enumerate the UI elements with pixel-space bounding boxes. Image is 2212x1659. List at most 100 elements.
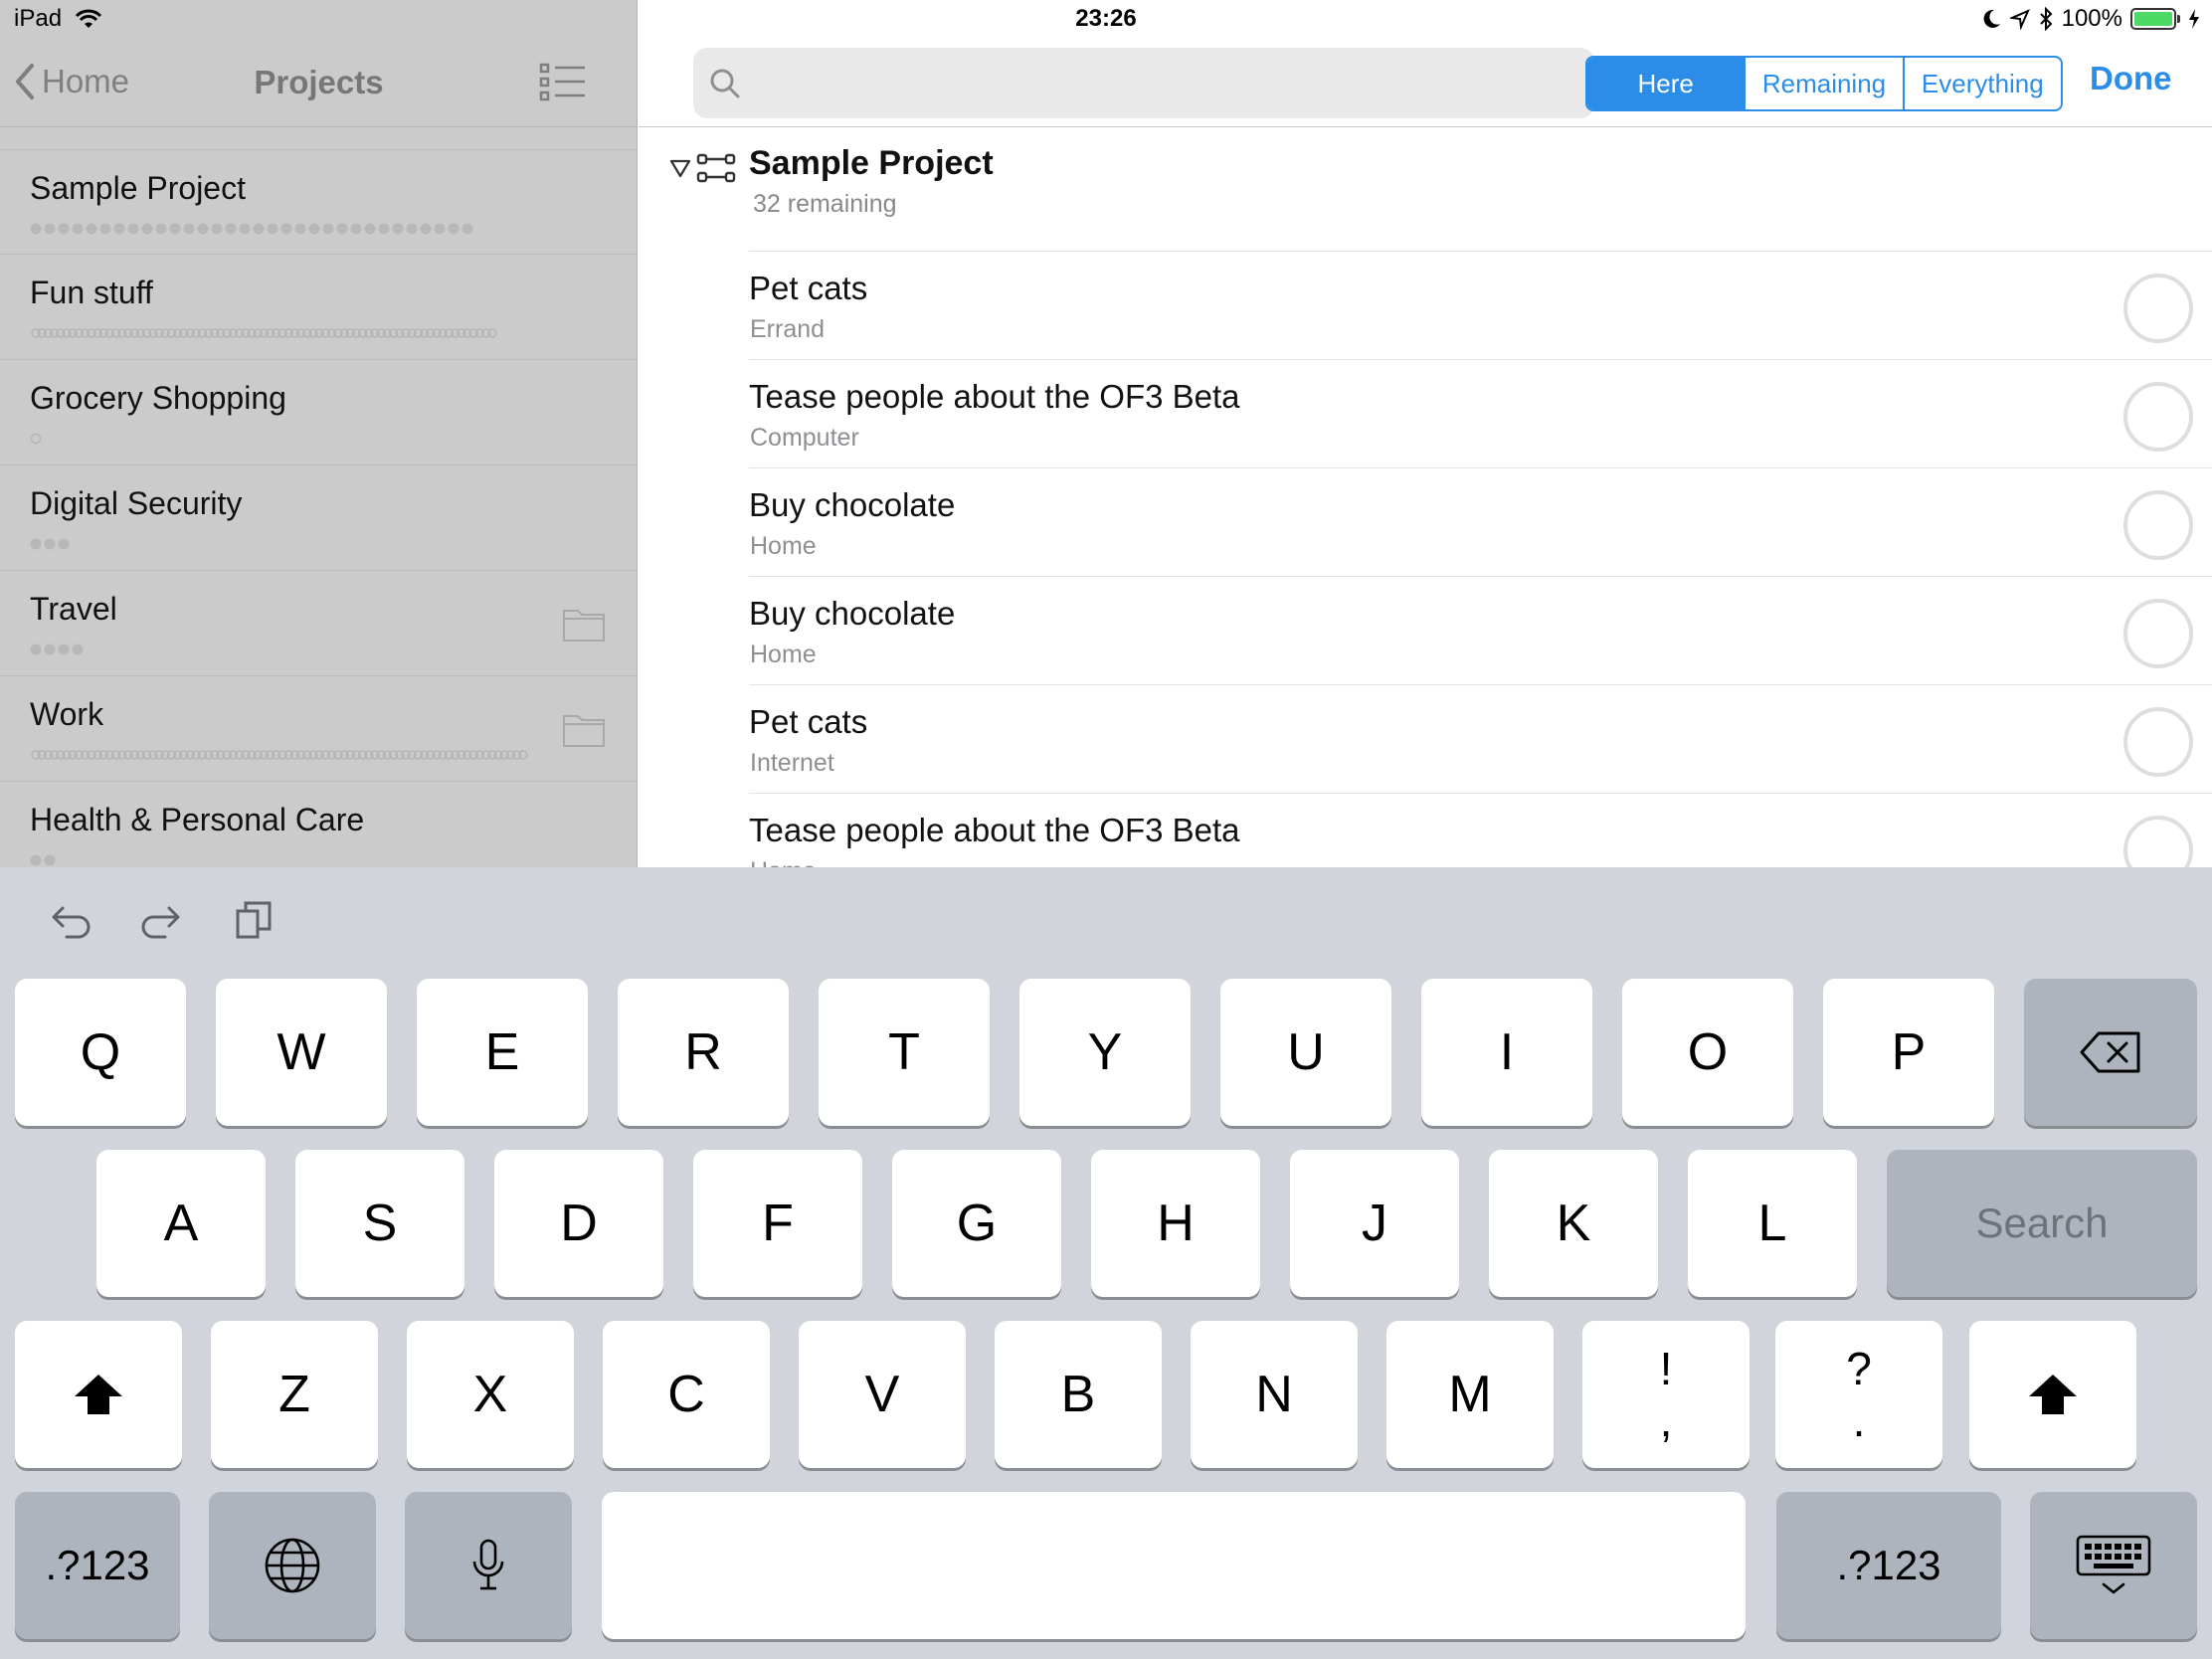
backspace-key[interactable] — [2024, 979, 2197, 1126]
scope-option-everything[interactable]: Everything — [1902, 58, 2061, 109]
project-row[interactable]: Grocery Shopping — [0, 360, 638, 465]
key-q[interactable]: Q — [15, 979, 186, 1126]
task-row[interactable]: Pet cats Internet — [639, 685, 2212, 795]
remaining-dots-indicator — [30, 538, 70, 550]
task-checkbox[interactable] — [2123, 490, 2193, 560]
remaining-dot — [99, 223, 111, 235]
remaining-dots-indicator — [30, 854, 56, 866]
paste-icon[interactable] — [230, 895, 279, 945]
done-button[interactable]: Done — [2090, 60, 2172, 97]
project-row[interactable]: Sample Project — [0, 149, 638, 255]
remaining-dot — [30, 223, 42, 235]
undo-icon[interactable] — [45, 895, 94, 945]
key-l[interactable]: L — [1688, 1150, 1857, 1297]
project-name: Sample Project — [30, 170, 246, 206]
sequential-project-icon — [696, 153, 736, 183]
project-row[interactable]: Travel — [0, 571, 638, 676]
globe-key[interactable] — [209, 1492, 376, 1639]
key-c[interactable]: C — [603, 1321, 770, 1468]
key-label-bottom: , — [1659, 1394, 1673, 1446]
remaining-dot — [72, 223, 84, 235]
project-row[interactable]: Work — [0, 676, 638, 782]
remaining-dot — [30, 644, 42, 655]
key-o[interactable]: O — [1622, 979, 1793, 1126]
key-label: K — [1556, 1195, 1591, 1252]
hide-keyboard-key[interactable] — [2030, 1492, 2197, 1639]
task-checkbox[interactable] — [2123, 274, 2193, 343]
remaining-dot — [448, 223, 460, 235]
task-checkbox[interactable] — [2123, 816, 2193, 867]
key-g[interactable]: G — [892, 1150, 1061, 1297]
task-checkbox[interactable] — [2123, 382, 2193, 452]
key-v[interactable]: V — [799, 1321, 966, 1468]
task-row[interactable]: Pet cats Errand — [639, 252, 2212, 361]
key-label-top: ! — [1659, 1343, 1673, 1394]
key-k[interactable]: K — [1489, 1150, 1658, 1297]
remaining-dot — [30, 854, 42, 866]
key-x[interactable]: X — [407, 1321, 574, 1468]
task-row[interactable]: Buy chocolate Home — [639, 468, 2212, 578]
search-icon — [710, 69, 740, 98]
redo-icon[interactable] — [137, 895, 187, 945]
task-checkbox[interactable] — [2123, 599, 2193, 668]
key-u[interactable]: U — [1220, 979, 1391, 1126]
project-row[interactable]: Fun stuff — [0, 255, 638, 360]
search-input[interactable] — [753, 58, 1578, 107]
shift-icon — [75, 1375, 122, 1414]
key-a[interactable]: A — [96, 1150, 266, 1297]
key-label: Q — [80, 1023, 121, 1081]
scope-option-here[interactable]: Here — [1587, 58, 1745, 109]
key-label: N — [1255, 1366, 1293, 1423]
search-key[interactable]: Search — [1887, 1150, 2197, 1297]
shift-key-right[interactable] — [1969, 1321, 2136, 1468]
key-h[interactable]: H — [1091, 1150, 1260, 1297]
key-label: .?123 — [45, 1542, 150, 1588]
key-d[interactable]: D — [494, 1150, 663, 1297]
remaining-dot — [58, 223, 70, 235]
key-question-period[interactable]: ?. — [1775, 1321, 1942, 1468]
key-s[interactable]: S — [295, 1150, 464, 1297]
key-b[interactable]: B — [995, 1321, 1162, 1468]
key-p[interactable]: P — [1823, 979, 1994, 1126]
key-exclaim-comma[interactable]: !, — [1582, 1321, 1750, 1468]
key-r[interactable]: R — [618, 979, 789, 1126]
on-screen-keyboard: Q W E R T Y U I O P A S D F G H J K L Search Z X C V B N M!,?. .?12… — [0, 867, 2212, 1659]
keyboard-shortcut-bar — [0, 867, 2212, 977]
key-e[interactable]: E — [417, 979, 588, 1126]
main-toolbar: Here Remaining Everything Done — [639, 42, 2212, 127]
remaining-dot — [44, 538, 56, 550]
key-z[interactable]: Z — [211, 1321, 378, 1468]
task-row[interactable]: Tease people about the OF3 Beta Computer — [639, 360, 2212, 469]
task-checkbox[interactable] — [2123, 707, 2193, 777]
scope-option-remaining[interactable]: Remaining — [1744, 58, 1902, 109]
search-field[interactable] — [693, 48, 1594, 118]
project-name: Digital Security — [30, 485, 243, 521]
key-n[interactable]: N — [1191, 1321, 1358, 1468]
microphone-key[interactable] — [405, 1492, 572, 1639]
project-row[interactable]: Digital Security — [0, 465, 638, 571]
shift-key-left[interactable] — [15, 1321, 182, 1468]
space-key[interactable] — [602, 1492, 1746, 1639]
disclosure-triangle-icon[interactable] — [668, 156, 692, 180]
list-view-icon[interactable] — [539, 62, 587, 103]
key-j[interactable]: J — [1290, 1150, 1459, 1297]
remaining-dot — [44, 644, 56, 655]
task-row[interactable]: Tease people about the OF3 Beta Home — [639, 794, 2212, 867]
task-row[interactable]: Buy chocolate Home — [639, 577, 2212, 686]
key-y[interactable]: Y — [1019, 979, 1191, 1126]
project-name: Fun stuff — [30, 275, 153, 310]
key-m[interactable]: M — [1386, 1321, 1554, 1468]
numbers-key-left[interactable]: .?123 — [15, 1492, 180, 1639]
numbers-key-right[interactable]: .?123 — [1776, 1492, 2001, 1639]
key-label: A — [163, 1195, 199, 1252]
key-i[interactable]: I — [1421, 979, 1592, 1126]
remaining-dots-indicator — [30, 644, 84, 655]
remaining-dot — [72, 644, 84, 655]
key-f[interactable]: F — [693, 1150, 862, 1297]
key-w[interactable]: W — [216, 979, 387, 1126]
remaining-dot — [336, 223, 348, 235]
charging-bolt-icon — [2189, 9, 2199, 29]
status-right: 100% — [1982, 5, 2200, 33]
key-t[interactable]: T — [819, 979, 990, 1126]
task-context: Internet — [750, 749, 834, 777]
